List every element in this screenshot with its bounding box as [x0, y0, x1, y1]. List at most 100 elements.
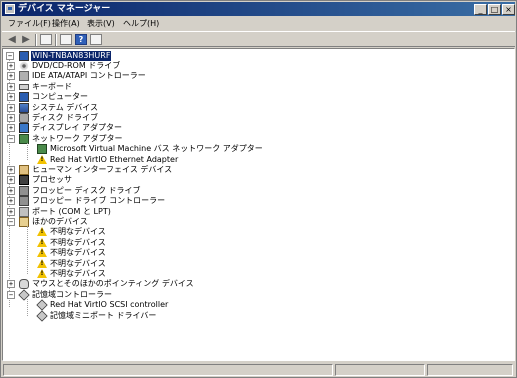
window-title: デバイス マネージャー — [18, 4, 111, 14]
tree-category[interactable]: − ネットワーク アダプター — [3, 133, 513, 144]
storage-controller-icon — [36, 299, 48, 311]
tree-category[interactable]: + DVD/CD-ROM ドライブ — [3, 61, 513, 71]
tree-category[interactable]: − 記憶域コントローラー — [3, 289, 513, 301]
mouse-icon — [19, 279, 29, 290]
tree-device[interactable]: Red Hat VirtIO SCSI controller — [3, 299, 513, 311]
tree-item-label: ほかのデバイス — [32, 217, 88, 226]
ide-controller-icon — [19, 71, 29, 82]
device-manager-icon — [5, 4, 15, 14]
expand-icon[interactable]: + — [7, 82, 15, 91]
tree-device[interactable]: ! 不明なデバイス — [3, 258, 513, 269]
back-arrow-icon[interactable]: ◀ — [6, 34, 18, 45]
tree-device[interactable]: ! 不明なデバイス — [3, 269, 513, 279]
expand-icon[interactable]: + — [7, 124, 15, 133]
tree-device[interactable]: ! 不明なデバイス — [3, 237, 513, 248]
tree-connector — [27, 142, 28, 160]
expand-icon[interactable]: + — [7, 103, 15, 112]
minimize-button[interactable]: _ — [474, 4, 487, 15]
tree-category[interactable]: + ヒューマン インターフェイス デバイス — [3, 165, 513, 175]
tree-device[interactable]: ! 不明なデバイス — [3, 248, 513, 258]
tree-category[interactable]: + ディスク ドライブ — [3, 113, 513, 123]
tree-item-label: 不明なデバイス — [50, 237, 106, 247]
disk-drive-icon — [19, 113, 29, 123]
tree-category[interactable]: + プロセッサ — [3, 175, 513, 186]
menu-file[interactable]: ファイル(F) — [8, 19, 51, 29]
warning-mark: ! — [40, 259, 44, 267]
dvd-drive-icon — [19, 61, 29, 71]
help-icon[interactable]: ? — [75, 34, 87, 45]
expand-icon[interactable]: + — [7, 186, 15, 195]
warning-mark: ! — [40, 228, 44, 236]
tree-device[interactable]: ! 不明なデバイス — [3, 227, 513, 237]
toolbar-separator — [55, 34, 57, 46]
status-cell-2 — [335, 364, 425, 376]
expand-icon[interactable]: + — [7, 207, 15, 216]
hid-icon — [19, 165, 29, 175]
menu-view[interactable]: 表示(V) — [87, 19, 115, 29]
menu-help[interactable]: ヘルプ(H) — [123, 19, 159, 29]
expand-icon[interactable]: + — [7, 176, 15, 185]
display-adapter-icon — [19, 123, 29, 134]
collapse-icon[interactable]: − — [7, 290, 15, 299]
tree-category[interactable]: + コンピューター — [3, 92, 513, 103]
tree-root[interactable]: − WIN-TNBAN83HURF — [3, 51, 513, 61]
collapse-icon[interactable]: − — [6, 52, 14, 60]
scan-icon[interactable] — [90, 34, 102, 45]
status-bar — [2, 363, 515, 377]
properties-icon[interactable] — [40, 34, 52, 45]
keyboard-icon — [19, 83, 29, 90]
expand-icon[interactable]: + — [7, 197, 15, 206]
tree-category[interactable]: + フロッピー ドライブ コントローラー — [3, 196, 513, 207]
expand-icon[interactable]: + — [7, 93, 15, 102]
menu-bar: ファイル(F) 操作(A) 表示(V) ヘルプ(H) — [2, 17, 515, 31]
tree-item-label: ヒューマン インターフェイス デバイス — [32, 165, 173, 174]
floppy-controller-icon — [19, 196, 29, 207]
forward-arrow-icon[interactable]: ▶ — [20, 34, 32, 45]
collapse-icon[interactable]: − — [7, 218, 15, 226]
tree-category[interactable]: − ほかのデバイス — [3, 217, 513, 227]
device-tree[interactable]: − WIN-TNBAN83HURF + DVD/CD-ROM ドライブ + IDE A… — [2, 48, 515, 361]
computer-icon — [19, 92, 29, 103]
network-adapter-icon — [37, 144, 47, 155]
tree-item-label: Red Hat VirtIO SCSI controller — [50, 300, 169, 310]
tree-category[interactable]: + IDE ATA/ATAPI コントローラー — [3, 71, 513, 82]
expand-icon[interactable]: + — [7, 280, 15, 289]
tree-item-label: ディスク ドライブ — [32, 113, 98, 122]
computer-icon — [19, 51, 29, 61]
tree-item-label: 記憶域コントローラー — [32, 289, 112, 299]
tree-item-label: システム デバイス — [32, 102, 99, 112]
tree-item-label: 不明なデバイス — [50, 258, 106, 268]
tree-category[interactable]: + キーボード — [3, 82, 513, 92]
expand-icon[interactable]: + — [7, 62, 15, 70]
title-bar[interactable]: デバイス マネージャー _ □ × — [2, 2, 515, 16]
warning-mark: ! — [40, 249, 44, 257]
tree-item-label: ネットワーク アダプター — [32, 133, 123, 143]
tree-category[interactable]: + マウスとそのほかのポインティング デバイス — [3, 279, 513, 290]
tree-item-label: フロッピー ドライブ コントローラー — [32, 196, 166, 206]
expand-icon[interactable]: + — [7, 114, 15, 122]
tree-category[interactable]: + システム デバイス — [3, 102, 513, 113]
tree-category[interactable]: + フロッピー ディスク ドライブ — [3, 185, 513, 196]
expand-icon[interactable]: + — [7, 72, 15, 81]
tree-connector — [27, 226, 28, 274]
menu-action[interactable]: 操作(A) — [52, 19, 80, 29]
tree-view-icon[interactable] — [60, 34, 72, 45]
expand-icon[interactable]: + — [7, 166, 15, 174]
tree-category[interactable]: + ディスプレイ アダプター — [3, 123, 513, 134]
tree-item-label: ポート (COM と LPT) — [32, 206, 111, 216]
maximize-button[interactable]: □ — [488, 4, 501, 15]
tree-item-label: 不明なデバイス — [50, 269, 106, 278]
tree-category[interactable]: + ポート (COM と LPT) — [3, 206, 513, 217]
close-button[interactable]: × — [502, 4, 515, 15]
status-main — [3, 364, 333, 376]
system-device-icon — [19, 102, 29, 113]
tree-item-label: DVD/CD-ROM ドライブ — [32, 61, 121, 70]
tree-item-label: Red Hat VirtIO Ethernet Adapter — [50, 154, 179, 164]
tree-device[interactable]: 記憶域ミニポート ドライバー — [3, 309, 513, 322]
collapse-icon[interactable]: − — [7, 134, 15, 143]
tree-item-label: マウスとそのほかのポインティング デバイス — [32, 279, 194, 289]
tree-device[interactable]: ! Red Hat VirtIO Ethernet Adapter — [3, 154, 513, 165]
toolbar: ◀ ▶ ? — [2, 31, 515, 47]
tree-connector — [27, 298, 28, 316]
tree-device[interactable]: Microsoft Virtual Machine バス ネットワーク アダプタ… — [3, 144, 513, 155]
